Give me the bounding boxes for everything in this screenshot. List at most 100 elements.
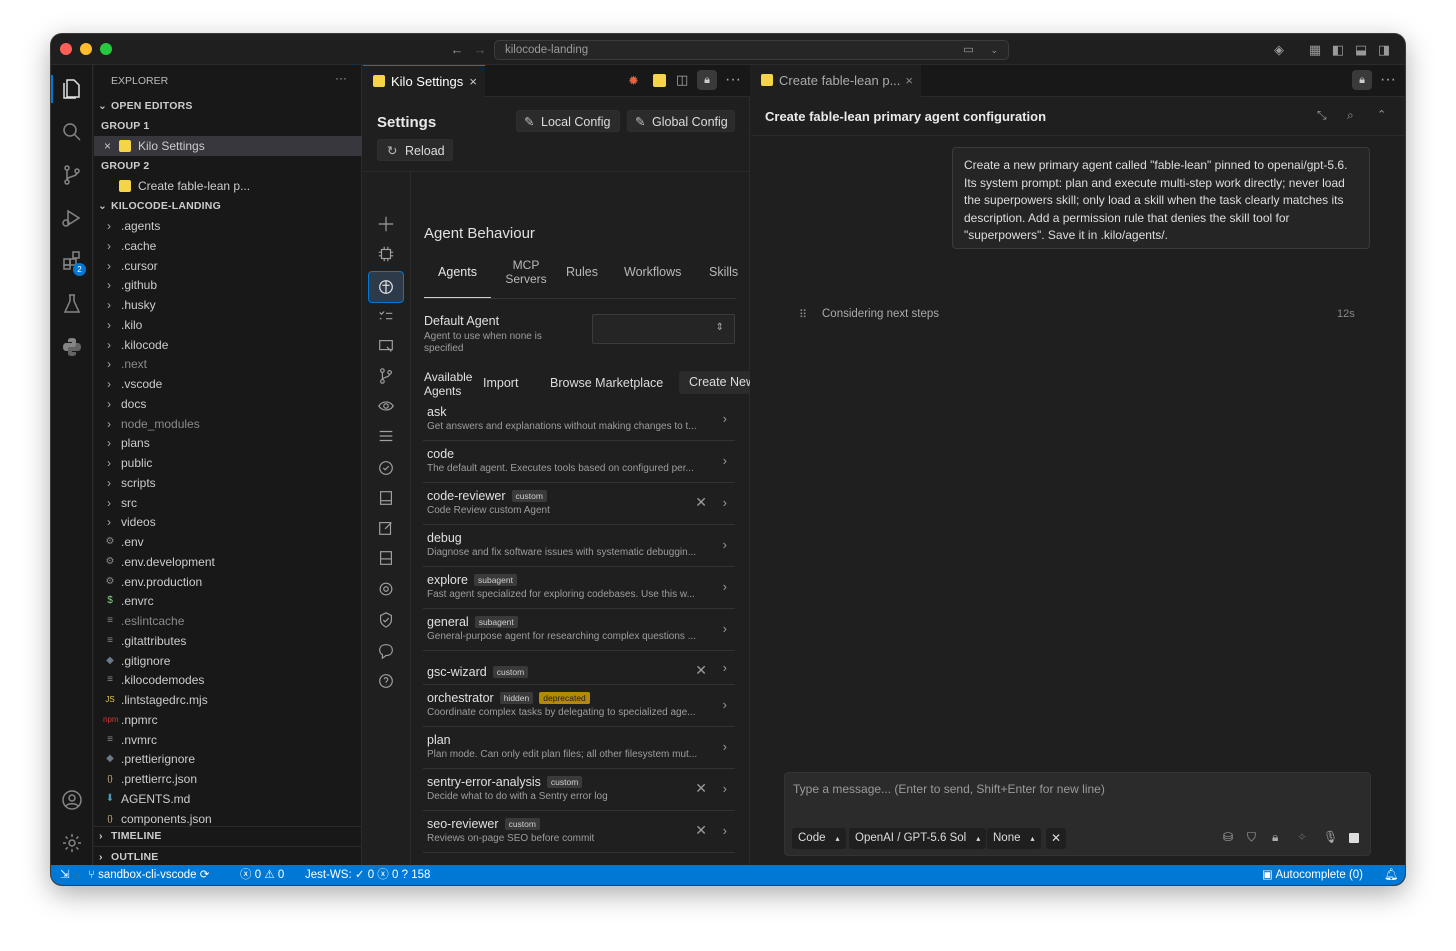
create-new-button[interactable]: Create New [679, 371, 750, 394]
agent-row[interactable]: plan Plan mode. Can only edit plan files;… [423, 727, 735, 769]
shield-icon[interactable]: ⛉ [1247, 830, 1256, 845]
shield-check-icon[interactable] [373, 607, 399, 633]
extensions-icon[interactable]: 2 [58, 247, 86, 276]
file-item[interactable]: ≡ .eslintcache [94, 611, 362, 631]
agent-row[interactable]: general subagent General-purpose agent for… [423, 609, 735, 651]
reload-button[interactable]: ↻ Reload [377, 139, 453, 161]
edit-square-icon[interactable] [373, 515, 399, 541]
agent-row[interactable]: sentry-error-analysis custom Decide what t… [423, 769, 735, 811]
checklist-icon[interactable] [373, 303, 399, 329]
folder-item[interactable]: › plans [94, 433, 362, 453]
remove-agent-icon[interactable]: ✕ [695, 494, 707, 511]
remove-agent-icon[interactable]: ✕ [695, 780, 707, 797]
minimize-window-button[interactable] [80, 43, 92, 55]
remove-agent-icon[interactable]: ✕ [695, 662, 707, 679]
microphone-icon[interactable]: 🎙︎ [1323, 830, 1338, 844]
variant-select[interactable]: None ▴ [987, 828, 1041, 849]
agent-behaviour-icon[interactable] [368, 271, 404, 303]
tab-skills[interactable]: Skills [709, 265, 749, 279]
folder-item[interactable]: › .vscode [94, 374, 362, 394]
folder-item[interactable]: › .kilocode [94, 335, 362, 355]
sparkle-icon[interactable] [373, 211, 399, 237]
agent-row[interactable]: code-reviewer custom Code Review custom Ag… [423, 483, 735, 525]
local-config-button[interactable]: ✎ Local Config [516, 110, 620, 132]
folder-item[interactable]: › .cache [94, 236, 362, 256]
maximize-window-button[interactable] [100, 43, 112, 55]
agent-row[interactable]: seo-reviewer custom Reviews on-page SEO be… [423, 811, 735, 853]
toggle-primary-sidebar-icon[interactable]: ◧ [1330, 42, 1346, 58]
spark-icon[interactable]: ✹ [628, 73, 639, 89]
close-tab-icon[interactable]: × [469, 66, 477, 98]
folder-item[interactable]: › .husky [94, 295, 362, 315]
forward-arrow-icon[interactable]: → [472, 42, 488, 58]
autocomplete-status[interactable]: ▣ Autocomplete (0) [1262, 865, 1363, 885]
file-item[interactable]: npm .npmrc [94, 710, 362, 730]
browse-marketplace-button[interactable]: Browse Marketplace [550, 376, 663, 390]
problems-status[interactable]: ⓧ 0 ⚠ 0 [240, 865, 284, 885]
model-select[interactable]: OpenAI / GPT-5.6 Sol ▴ [849, 828, 987, 849]
check-circle-icon[interactable] [373, 455, 399, 481]
lock-icon[interactable]: 🔒︎ [1272, 830, 1278, 845]
python-icon[interactable] [58, 333, 86, 361]
notifications-bell-icon[interactable]: 🔔︎ [1384, 865, 1399, 885]
file-item[interactable]: ⚙ .env [94, 532, 362, 552]
eye-icon[interactable] [373, 393, 399, 419]
file-item[interactable]: ⬇ AGENTS.md [94, 789, 362, 809]
file-item[interactable]: ≡ .kilocodemodes [94, 670, 362, 690]
terminal-panel-icon[interactable] [373, 545, 399, 571]
kilo-logo-icon[interactable] [653, 74, 666, 87]
open-editors-header[interactable]: ⌄ OPEN EDITORS [94, 96, 362, 116]
customize-layout-icon[interactable]: ▦ [1307, 42, 1323, 58]
clear-icon[interactable]: ✕ [1046, 828, 1066, 849]
timeline-header[interactable]: › TIMELINE [94, 826, 362, 846]
outline-header[interactable]: › OUTLINE [94, 846, 362, 866]
jest-status[interactable]: Jest-WS: ✓ 0 ⓧ 0 ? 158 [305, 865, 430, 885]
folder-item[interactable]: › scripts [94, 473, 362, 493]
more-actions-icon[interactable]: ··· [335, 71, 347, 85]
folder-item[interactable]: › node_modules [94, 414, 362, 434]
chat-bubble-icon[interactable]: ▭ [963, 41, 974, 59]
chevron-down-icon[interactable]: ⌄ [990, 41, 998, 59]
command-center[interactable]: kilocode-landing ▭ ⌄ [494, 40, 1009, 60]
default-agent-select[interactable]: ⇕ [592, 314, 735, 344]
stop-button[interactable] [1349, 833, 1359, 843]
agent-row[interactable]: gsc-wizard custom ✕ › [423, 651, 735, 685]
lock-icon[interactable]: 🔒︎ [1352, 70, 1372, 90]
file-item[interactable]: ⚙ .env.production [94, 572, 362, 592]
chip-icon[interactable] [373, 241, 399, 267]
tab-rules[interactable]: Rules [566, 265, 598, 279]
global-config-button[interactable]: ✎ Global Config [627, 110, 735, 132]
file-item[interactable]: ◆ .prettierignore [94, 749, 362, 769]
folder-item[interactable]: › .cursor [94, 256, 362, 276]
folder-item[interactable]: › src [94, 493, 362, 513]
import-button[interactable]: Import [483, 376, 518, 390]
folder-item[interactable]: › .agents [94, 216, 362, 236]
settings-gear-icon[interactable] [373, 576, 399, 602]
copilot-icon[interactable]: ◈ [1271, 42, 1287, 58]
agent-row[interactable]: orchestrator hidden deprecated Coordinate c… [423, 685, 735, 727]
testing-flask-icon[interactable] [58, 290, 86, 318]
chat-input-box[interactable]: Type a message... (Enter to send, Shift+… [784, 772, 1371, 856]
folder-item[interactable]: › public [94, 453, 362, 473]
agent-row[interactable]: code The default agent. Executes tools ba… [423, 441, 735, 483]
account-icon[interactable] [58, 786, 86, 814]
toggle-panel-icon[interactable]: ⬓ [1353, 42, 1369, 58]
file-item[interactable]: {} .prettierrc.json [94, 769, 362, 789]
file-item[interactable]: $ .envrc [94, 591, 362, 611]
tab-agents[interactable]: Agents [424, 265, 491, 279]
collapse-icon[interactable]: ⤡ [1317, 108, 1327, 123]
search-icon[interactable]: ⌕ [1347, 108, 1354, 123]
open-editor-create-fable[interactable]: Create fable-lean p... [94, 176, 362, 196]
panel-icon[interactable] [373, 485, 399, 511]
manage-gear-icon[interactable] [58, 829, 86, 857]
more-actions-icon[interactable]: ··· [1380, 71, 1396, 89]
split-editor-icon[interactable]: ◫ [676, 72, 688, 88]
chevron-up-icon[interactable]: ⌃ [1377, 108, 1386, 121]
close-tab-icon[interactable]: × [905, 65, 913, 97]
back-arrow-icon[interactable]: ← [449, 42, 465, 58]
project-header[interactable]: ⌄ KILOCODE-LANDING [94, 196, 362, 216]
explorer-icon[interactable] [58, 75, 86, 103]
mode-select[interactable]: Code ▴ [792, 828, 846, 849]
close-icon[interactable]: × [104, 136, 111, 156]
database-icon[interactable]: ⛁ [1223, 830, 1233, 844]
